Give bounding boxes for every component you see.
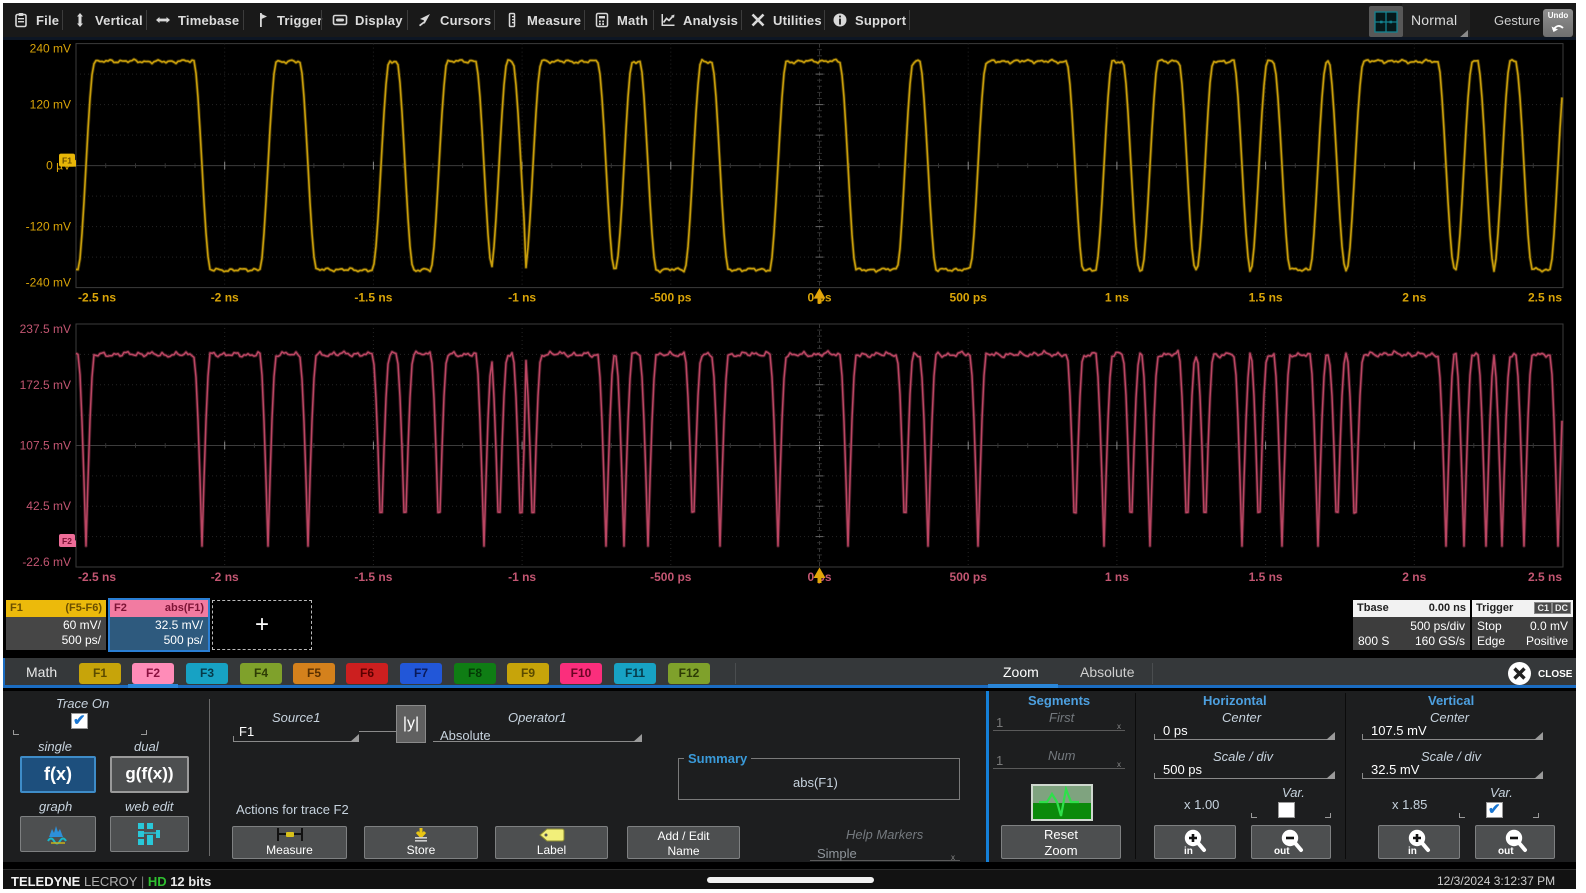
svg-text:in: in bbox=[1408, 846, 1417, 855]
svg-text:240 mV: 240 mV bbox=[30, 42, 71, 56]
svg-text:F1: F1 bbox=[62, 156, 72, 166]
svg-text:172.5 mV: 172.5 mV bbox=[20, 378, 71, 392]
svg-text:500 ps: 500 ps bbox=[950, 570, 988, 584]
svg-text:237.5 mV: 237.5 mV bbox=[20, 322, 71, 336]
svg-text:F2: F2 bbox=[62, 536, 72, 546]
svg-text:-1.5 ns: -1.5 ns bbox=[354, 570, 392, 584]
svg-text:-240 mV: -240 mV bbox=[26, 276, 71, 290]
svg-text:1 ns: 1 ns bbox=[1105, 570, 1129, 584]
svg-text:2.5 ns: 2.5 ns bbox=[1528, 570, 1562, 584]
svg-text:-22.6 mV: -22.6 mV bbox=[22, 555, 71, 569]
svg-text:out: out bbox=[1498, 846, 1514, 855]
svg-text:-2 ns: -2 ns bbox=[211, 570, 239, 584]
svg-text:-2.5 ns: -2.5 ns bbox=[78, 570, 116, 584]
svg-text:-1 ns: -1 ns bbox=[508, 291, 536, 305]
svg-text:1.5 ns: 1.5 ns bbox=[1249, 291, 1283, 305]
svg-text:out: out bbox=[1274, 846, 1290, 855]
svg-text:107.5 mV: 107.5 mV bbox=[20, 439, 71, 453]
svg-text:in: in bbox=[1184, 846, 1193, 855]
svg-text:-2 ns: -2 ns bbox=[211, 291, 239, 305]
svg-text:2.5 ns: 2.5 ns bbox=[1528, 291, 1562, 305]
svg-text:42.5 mV: 42.5 mV bbox=[26, 499, 71, 513]
svg-text:-120 mV: -120 mV bbox=[26, 220, 71, 234]
svg-text:-1.5 ns: -1.5 ns bbox=[354, 291, 392, 305]
svg-text:1.5 ns: 1.5 ns bbox=[1249, 570, 1283, 584]
svg-text:2 ns: 2 ns bbox=[1402, 291, 1426, 305]
svg-text:-2.5 ns: -2.5 ns bbox=[78, 291, 116, 305]
svg-text:500 ps: 500 ps bbox=[950, 291, 988, 305]
svg-text:2 ns: 2 ns bbox=[1402, 570, 1426, 584]
svg-text:120 mV: 120 mV bbox=[30, 98, 71, 112]
svg-text:-1 ns: -1 ns bbox=[508, 570, 536, 584]
svg-text:-500 ps: -500 ps bbox=[650, 291, 692, 305]
svg-text:-500 ps: -500 ps bbox=[650, 570, 692, 584]
svg-text:1 ns: 1 ns bbox=[1105, 291, 1129, 305]
